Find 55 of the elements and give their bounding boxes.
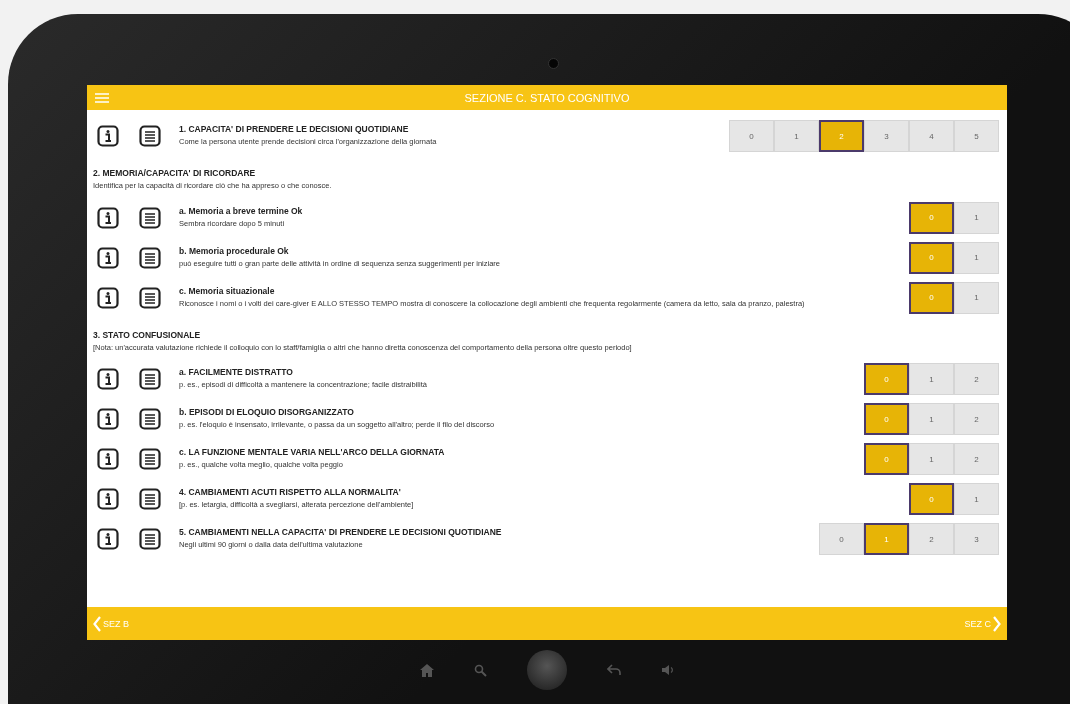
info-icon[interactable] (97, 246, 119, 269)
question-title: 4. CAMBIAMENTI ACUTI RISPETTO ALLA NORMALITA' (179, 487, 402, 498)
score-option[interactable]: 3 (864, 120, 909, 152)
question-title: b. EPISODI DI ELOQUIO DISORGANIZZATO (179, 407, 355, 418)
score-option[interactable]: 3 (954, 523, 999, 555)
screen-title: SEZIONE C. STATO COGNITIVO (464, 91, 630, 104)
score-option[interactable]: 1 (909, 363, 954, 395)
section-heading: 2. MEMORIA/CAPACITA' DI RICORDARE (93, 168, 257, 178)
score-option[interactable]: 0 (729, 120, 774, 152)
question-title: a. FACILMENTE DISTRATTO (179, 367, 294, 378)
score-option[interactable]: 2 (954, 403, 999, 435)
score-option[interactable]: 1 (954, 241, 999, 274)
score-option[interactable]: 1 (954, 483, 999, 515)
info-icon[interactable] (97, 448, 119, 470)
info-icon[interactable] (97, 125, 119, 147)
question-title: c. LA FUNZIONE MENTALE VARIA NELL'ARCO DELLA GIORNATA (179, 447, 446, 458)
question-title: a. Memoria a breve termine Ok (179, 205, 304, 216)
info-icon[interactable] (97, 408, 119, 430)
back-arrow-icon[interactable] (606, 664, 621, 676)
score-option[interactable]: 1 (954, 201, 999, 234)
chevron-left-icon (93, 615, 101, 632)
list-icon[interactable] (139, 125, 161, 147)
list-icon[interactable] (139, 448, 161, 470)
score-option[interactable]: 1 (954, 281, 999, 314)
score-option[interactable]: 2 (954, 443, 999, 475)
list-icon[interactable] (139, 408, 161, 430)
score-option[interactable]: 5 (954, 120, 999, 152)
list-icon[interactable] (139, 206, 161, 229)
score-option[interactable]: 1 (774, 120, 819, 152)
question-title: b. Memoria procedurale Ok (179, 245, 290, 256)
score-option[interactable]: 4 (909, 120, 954, 152)
camera-lens (548, 58, 559, 69)
info-icon[interactable] (97, 286, 119, 309)
score-option[interactable]: 2 (909, 523, 954, 555)
score-option[interactable]: 1 (909, 403, 954, 435)
info-icon[interactable] (97, 368, 119, 390)
question-title: 1. CAPACITA' DI PRENDERE LE DECISIONI QUOTIDIANE (179, 124, 410, 135)
chevron-right-icon (993, 615, 1001, 632)
question-title: 5. CAMBIAMENTI NELLA CAPACITA' DI PRENDERE LE DECISIONI QUOTIDIANE (179, 527, 503, 538)
list-icon[interactable] (139, 368, 161, 390)
search-icon[interactable] (473, 663, 487, 677)
list-icon[interactable] (139, 528, 161, 550)
question-title: c. Memoria situazionale (179, 285, 276, 296)
home-icon[interactable] (419, 663, 434, 677)
list-icon[interactable] (139, 488, 161, 510)
speaker-icon[interactable] (660, 664, 675, 676)
section-heading: 3. STATO CONFUSIONALE (93, 329, 202, 340)
info-icon[interactable] (97, 206, 119, 229)
score-option[interactable]: 0 (819, 523, 864, 555)
info-icon[interactable] (97, 528, 119, 550)
score-option[interactable]: 1 (909, 443, 954, 475)
list-icon[interactable] (139, 246, 161, 269)
info-icon[interactable] (97, 488, 119, 510)
list-icon[interactable] (139, 286, 161, 309)
score-option[interactable]: 2 (954, 363, 999, 395)
